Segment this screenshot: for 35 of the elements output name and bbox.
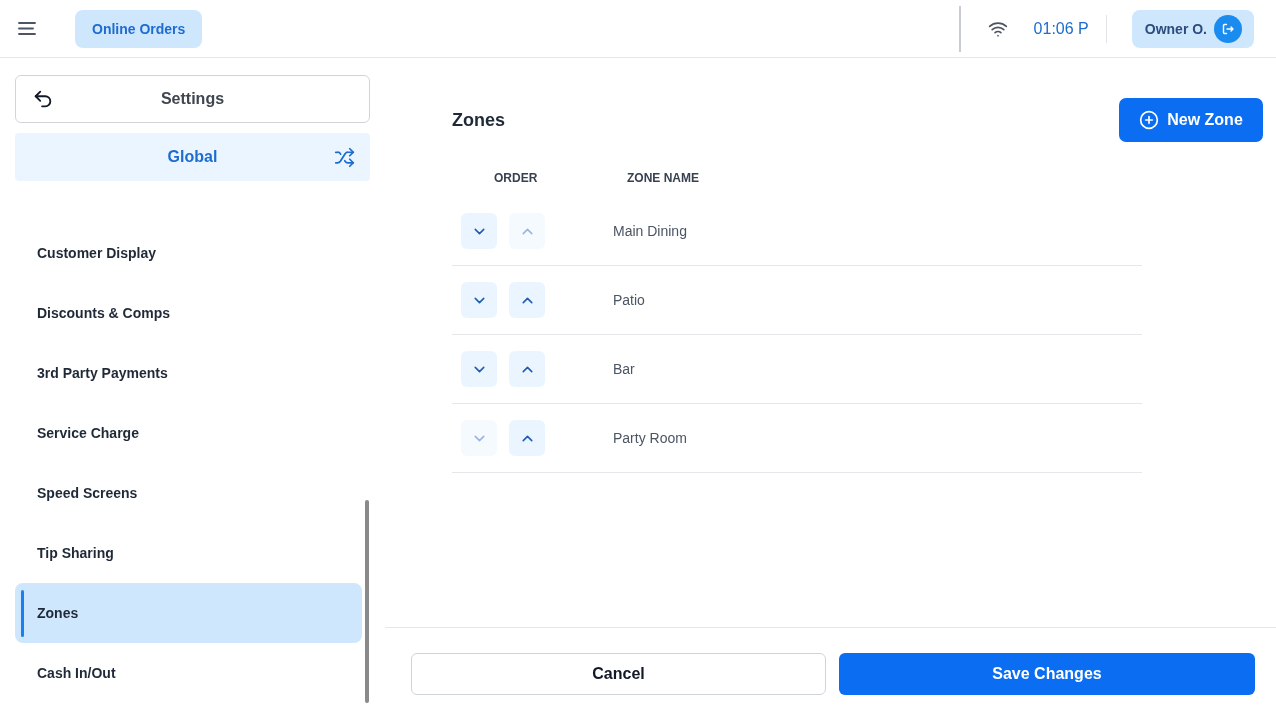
settings-menu-item[interactable]: Service Charge <box>15 403 362 463</box>
shuffle-icon[interactable] <box>334 146 355 168</box>
logout-icon[interactable] <box>1214 14 1242 43</box>
move-up-button[interactable] <box>509 282 545 318</box>
zone-name: Bar <box>613 361 635 377</box>
user-button[interactable]: Owner O. <box>1131 9 1254 48</box>
module-button[interactable]: Online Orders <box>75 9 203 48</box>
zone-name: Main Dining <box>613 223 687 239</box>
cancel-button[interactable]: Cancel <box>411 653 826 695</box>
plus-circle-icon <box>1139 110 1160 130</box>
scope-button[interactable]: Global <box>15 133 370 181</box>
save-button[interactable]: Save Changes <box>839 653 1255 695</box>
clock-time: 01:06 P <box>1033 19 1089 38</box>
move-up-button[interactable] <box>509 420 545 456</box>
settings-menu-item[interactable]: Customer Display <box>15 223 362 283</box>
column-header: ZONE NAME <box>627 171 699 185</box>
settings-menu-item[interactable]: Tip Sharing <box>15 523 362 583</box>
zone-name: Party Room <box>613 430 687 446</box>
zone-name: Patio <box>613 292 645 308</box>
menu-icon[interactable] <box>18 22 36 35</box>
panel-title: Zones <box>452 109 505 131</box>
move-down-button[interactable] <box>461 351 497 387</box>
move-down-button[interactable] <box>461 282 497 318</box>
settings-menu-item[interactable]: Speed Screens <box>15 463 362 523</box>
move-up-button[interactable] <box>509 351 545 387</box>
move-down-button[interactable] <box>461 213 497 249</box>
settings-menu-item[interactable]: Cash In/Out <box>15 643 362 703</box>
column-header: ORDER <box>494 171 538 185</box>
settings-title: Settings <box>160 90 225 108</box>
settings-menu-item[interactable]: Discounts & Comps <box>15 283 362 343</box>
settings-menu-item[interactable]: Zones <box>15 583 362 643</box>
new-zone-button[interactable]: New Zone <box>1119 98 1263 142</box>
curved-arrow-icon[interactable] <box>32 88 54 110</box>
scrollbar-thumb[interactable] <box>365 500 369 703</box>
settings-menu-item[interactable]: 3rd Party Payments <box>15 343 362 403</box>
